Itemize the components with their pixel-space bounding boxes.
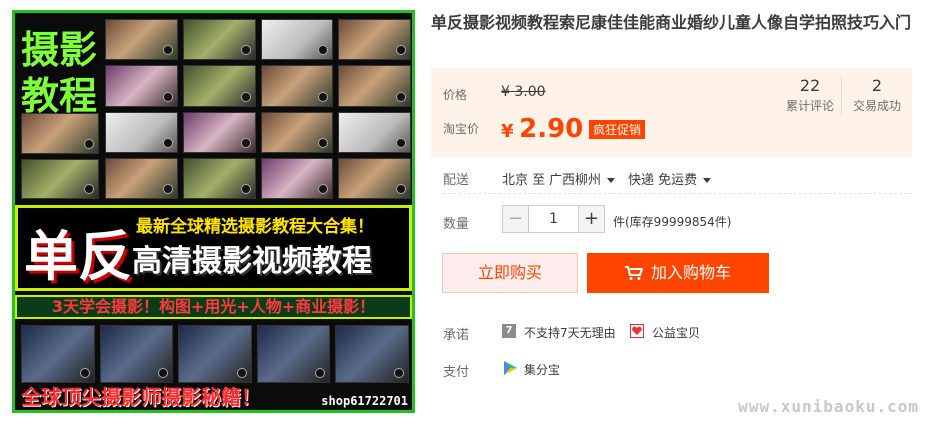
increment-button[interactable]: + [578,206,604,232]
cart-icon [624,266,643,280]
image-thumbnail-grid-left [21,113,99,199]
price-label: 价格 [443,88,468,102]
deals-count: 2 [871,76,883,95]
image-banner-big-text: 单反 [24,225,132,288]
image-thumbnail-grid [105,19,411,199]
reviews-count: 22 [799,76,821,95]
image-shop-id: shop61722701 [321,394,408,408]
current-price: ¥ 2.90 [501,114,583,144]
payment-jifenbao[interactable]: 集分宝 [524,361,560,378]
delivery-method-select[interactable]: 快递 免运费 [628,169,712,188]
deals-label: 交易成功 [852,99,901,113]
original-price: ¥ 3.00 [501,84,546,100]
chevron-down-icon [703,178,712,183]
image-thumbnail-row [21,325,409,383]
reviews-label: 累计评论 [785,99,834,113]
charity-heart-icon [630,324,644,338]
charity-link[interactable]: 公益宝贝 [652,324,700,341]
chevron-down-icon [607,178,616,183]
promise-label: 承诺 [443,328,470,343]
decrement-button[interactable]: − [503,206,529,232]
current-price-value: 2.90 [519,114,584,144]
product-image[interactable]: 摄影 教程 单反 最新全球精选摄影教程大合集！ 高清摄影视频教程 3天学会摄影！… [12,10,415,413]
image-bottom-text: 全球顶尖摄影师摄影秘籍！ [21,385,261,409]
image-banner-line1: 最新全球精选摄影教程大合集！ [136,217,374,237]
image-banner: 单反 最新全球精选摄影教程大合集！ 高清摄影视频教程 [15,205,412,291]
divider [443,193,912,194]
image-banner-line2: 高清摄影视频教程 [132,244,372,279]
buy-now-button[interactable]: 立即购买 [442,253,578,293]
quantity-stepper: − 1 + [502,205,605,233]
no-7day-return-icon: 7 [502,324,516,338]
price-panel: 价格 ¥ 3.00 淘宝价 ¥ 2.90 疯狂促销 22 累计评论 2 交易成功 [431,68,912,157]
delivery-destination-value: 广西柳州 [549,173,602,188]
reviews-stat[interactable]: 22 累计评论 [776,76,844,114]
jifenbao-icon [502,360,518,376]
delivery-from: 北京 至 [502,173,546,188]
stock-text: 件(库存99999854件) [613,215,732,229]
delivery-label: 配送 [443,173,470,188]
payment-label: 支付 [443,365,470,380]
promo-badge: 疯狂促销 [589,120,646,139]
delivery-destination-select[interactable]: 广西柳州 [549,169,616,188]
add-to-cart-button[interactable]: 加入购物车 [587,253,769,293]
stat-divider [841,76,842,116]
product-title: 单反摄影视频教程索尼康佳佳能商业婚纱儿童人像自学拍照技巧入门 [431,13,912,32]
quantity-label: 数量 [443,217,470,232]
image-strip-text: 3天学会摄影！构图+用光+人物+商业摄影！ [15,295,412,319]
quantity-input[interactable]: 1 [529,206,578,232]
no-7day-return-link[interactable]: 不支持7天无理由 [524,324,616,341]
delivery-method-value: 快递 免运费 [628,173,698,188]
deals-stat[interactable]: 2 交易成功 [843,76,911,114]
image-text-jiaocheng: 教程 [21,74,98,118]
currency-symbol: ¥ [501,121,514,142]
taobao-price-label: 淘宝价 [443,122,480,136]
watermark: www.xunibaoku.com [738,397,919,416]
add-to-cart-label: 加入购物车 [650,263,731,282]
